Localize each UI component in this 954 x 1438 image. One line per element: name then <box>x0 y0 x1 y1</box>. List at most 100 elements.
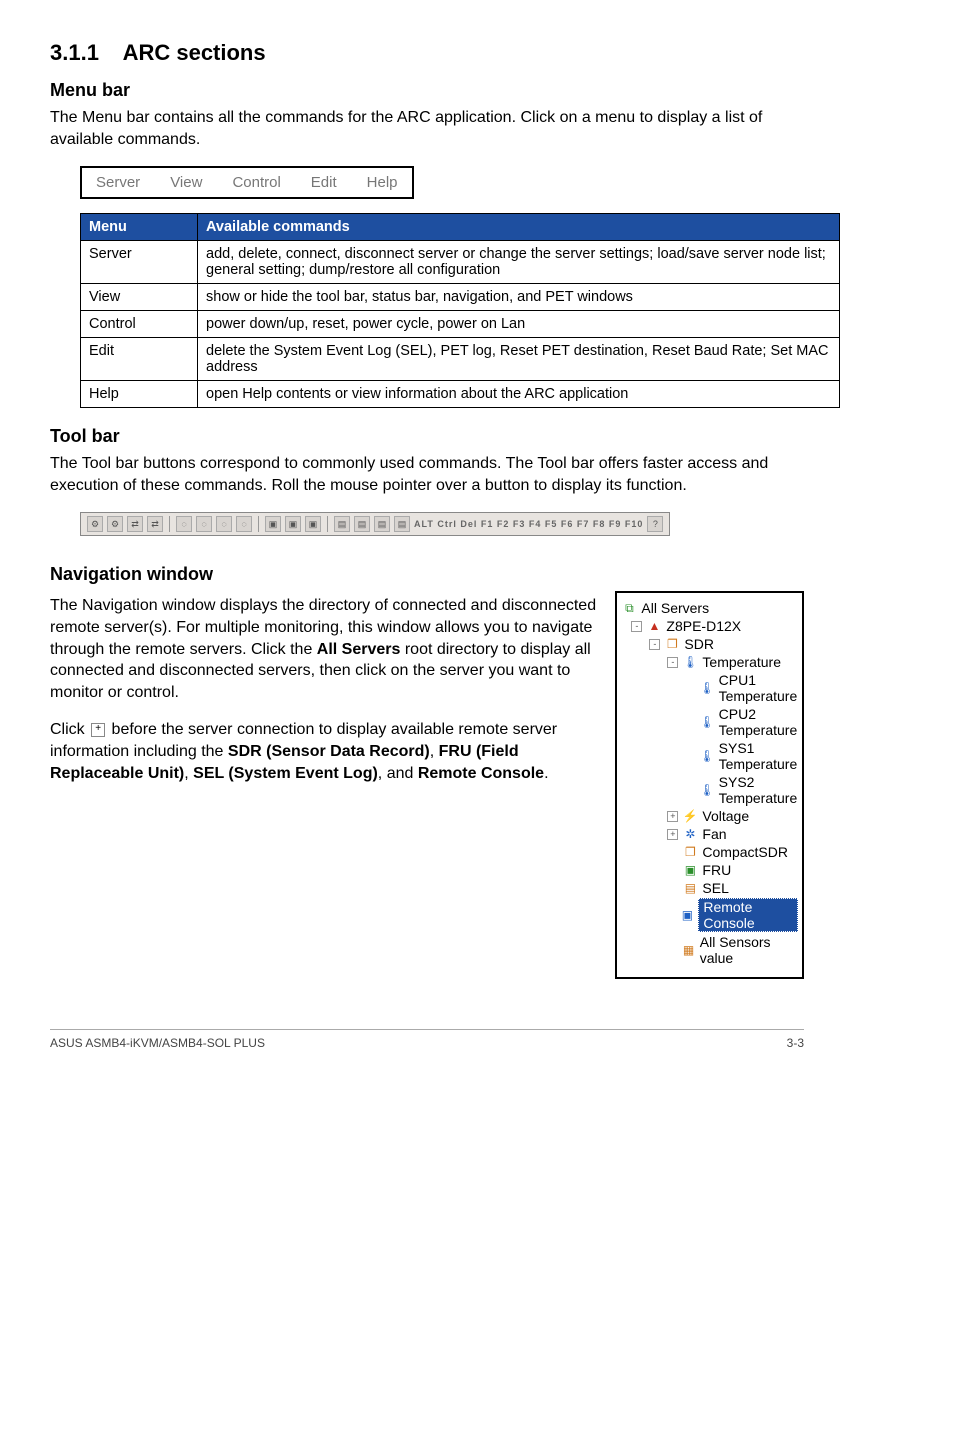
toolbar-icon[interactable]: ◌ <box>176 516 192 532</box>
toolbar-title: Tool bar <box>50 426 804 447</box>
footer-left: ASUS ASMB4-iKVM/ASMB4-SOL PLUS <box>50 1036 265 1050</box>
tree-label: All Sensors value <box>700 934 798 966</box>
tree-label: Temperature <box>702 654 781 670</box>
tree-label: CompactSDR <box>702 844 788 860</box>
tree-all-sensors[interactable]: ▦ All Sensors value <box>621 933 798 967</box>
menu-server[interactable]: Server <box>96 174 140 191</box>
thermometer-icon: 🌡 <box>699 714 714 730</box>
tree-sys2[interactable]: 🌡 SYS2 Temperature <box>621 773 798 807</box>
collapse-icon[interactable]: - <box>631 621 642 632</box>
tree-remote-console[interactable]: ▣ Remote Console <box>621 897 798 933</box>
page-footer: ASUS ASMB4-iKVM/ASMB4-SOL PLUS 3-3 <box>50 1029 804 1050</box>
toolbar-icon[interactable]: ▤ <box>354 516 370 532</box>
menu-view[interactable]: View <box>170 174 202 191</box>
all-servers-bold: All Servers <box>317 641 401 658</box>
toolbar-icon[interactable]: ◌ <box>216 516 232 532</box>
thermometer-icon: 🌡 <box>682 654 698 670</box>
menu-control[interactable]: Control <box>232 174 280 191</box>
tree-label: All Servers <box>641 600 709 616</box>
expand-icon[interactable]: + <box>667 811 678 822</box>
tree-label: SYS1 Temperature <box>719 740 798 772</box>
navigation-tree-screenshot: ⧉ All Servers - ▲ Z8PE-D12X - ❐ SDR - 🌡 … <box>615 591 804 979</box>
navigation-text-column: The Navigation window displays the direc… <box>50 591 607 979</box>
toolbar-icon[interactable]: ⇄ <box>127 516 143 532</box>
text: Click <box>50 721 89 738</box>
tree-cpu2[interactable]: 🌡 CPU2 Temperature <box>621 705 798 739</box>
expand-icon[interactable]: + <box>667 829 678 840</box>
toolbar-icon[interactable]: ◌ <box>236 516 252 532</box>
tree-label: CPU2 Temperature <box>719 706 798 738</box>
tree-sel[interactable]: ▤ SEL <box>621 879 798 897</box>
tree-label: Voltage <box>702 808 749 824</box>
tree-root[interactable]: ⧉ All Servers <box>621 599 798 617</box>
sdr-icon: ❐ <box>664 636 680 652</box>
menu-edit[interactable]: Edit <box>311 174 337 191</box>
toolbar-body: The Tool bar buttons correspond to commo… <box>50 453 804 496</box>
tree-label: SYS2 Temperature <box>719 774 798 806</box>
tree-temperature[interactable]: - 🌡 Temperature <box>621 653 798 671</box>
tree-label: FRU <box>702 862 731 878</box>
tree-label: Z8PE-D12X <box>666 618 741 634</box>
tree-label: SEL <box>702 880 728 896</box>
remote-console-bold: Remote Console <box>418 765 544 782</box>
cell-desc: power down/up, reset, power cycle, power… <box>198 311 840 338</box>
section-title: ARC sections <box>123 40 266 65</box>
tree-fru[interactable]: ▣ FRU <box>621 861 798 879</box>
cell-menu: Help <box>81 381 198 408</box>
toolbar-icon[interactable]: ▤ <box>374 516 390 532</box>
section-number: 3.1.1 <box>50 40 99 65</box>
toolbar-icon[interactable]: ? <box>647 516 663 532</box>
cell-desc: add, delete, connect, disconnect server … <box>198 241 840 284</box>
tree-label: SDR <box>684 636 714 652</box>
footer-right: 3-3 <box>787 1036 804 1050</box>
tree-fan[interactable]: + ✲ Fan <box>621 825 798 843</box>
commands-table: Menu Available commands Server add, dele… <box>80 213 840 408</box>
toolbar-icon[interactable]: ⚙ <box>107 516 123 532</box>
tree-compactsdr[interactable]: ❐ CompactSDR <box>621 843 798 861</box>
console-icon: ▣ <box>681 907 695 923</box>
menubar-body: The Menu bar contains all the commands f… <box>50 107 804 150</box>
thermometer-icon: 🌡 <box>699 782 714 798</box>
sdr-bold: SDR (Sensor Data Record) <box>228 743 430 760</box>
tree-label: CPU1 Temperature <box>719 672 798 704</box>
tree-sys1[interactable]: 🌡 SYS1 Temperature <box>621 739 798 773</box>
tree-sdr[interactable]: - ❐ SDR <box>621 635 798 653</box>
menubar-screenshot: Server View Control Edit Help <box>80 166 414 199</box>
toolbar-icon[interactable]: ▤ <box>394 516 410 532</box>
server-icon: ▲ <box>646 618 662 634</box>
th-menu: Menu <box>81 214 198 241</box>
toolbar-icon[interactable]: ⚙ <box>87 516 103 532</box>
collapse-icon[interactable]: - <box>649 639 660 650</box>
toolbar-icon[interactable]: ▣ <box>265 516 281 532</box>
th-avail: Available commands <box>198 214 840 241</box>
plus-icon: + <box>91 723 105 737</box>
toolbar-icon[interactable]: ⇄ <box>147 516 163 532</box>
text: , <box>430 743 439 760</box>
voltage-icon: ⚡ <box>682 808 698 824</box>
collapse-icon[interactable]: - <box>667 657 678 668</box>
text: . <box>544 765 548 782</box>
servers-icon: ⧉ <box>621 600 637 616</box>
cell-menu: Server <box>81 241 198 284</box>
tree-label: Fan <box>702 826 726 842</box>
cell-menu: Control <box>81 311 198 338</box>
toolbar-icon[interactable]: ▤ <box>334 516 350 532</box>
toolbar-icon[interactable]: ◌ <box>196 516 212 532</box>
tree-cpu1[interactable]: 🌡 CPU1 Temperature <box>621 671 798 705</box>
menu-help[interactable]: Help <box>367 174 398 191</box>
toolbar-icon[interactable]: ▣ <box>305 516 321 532</box>
text: , <box>184 765 193 782</box>
fru-icon: ▣ <box>682 862 698 878</box>
sensors-icon: ▦ <box>681 942 696 958</box>
cell-menu: View <box>81 284 198 311</box>
csdr-icon: ❐ <box>682 844 698 860</box>
toolbar-icon[interactable]: ▣ <box>285 516 301 532</box>
cell-menu: Edit <box>81 338 198 381</box>
fan-icon: ✲ <box>682 826 698 842</box>
toolbar-separator <box>169 516 170 532</box>
tree-label-selected: Remote Console <box>698 898 798 932</box>
tree-voltage[interactable]: + ⚡ Voltage <box>621 807 798 825</box>
text: , and <box>378 765 418 782</box>
tree-server[interactable]: - ▲ Z8PE-D12X <box>621 617 798 635</box>
navigation-p1: The Navigation window displays the direc… <box>50 595 607 703</box>
